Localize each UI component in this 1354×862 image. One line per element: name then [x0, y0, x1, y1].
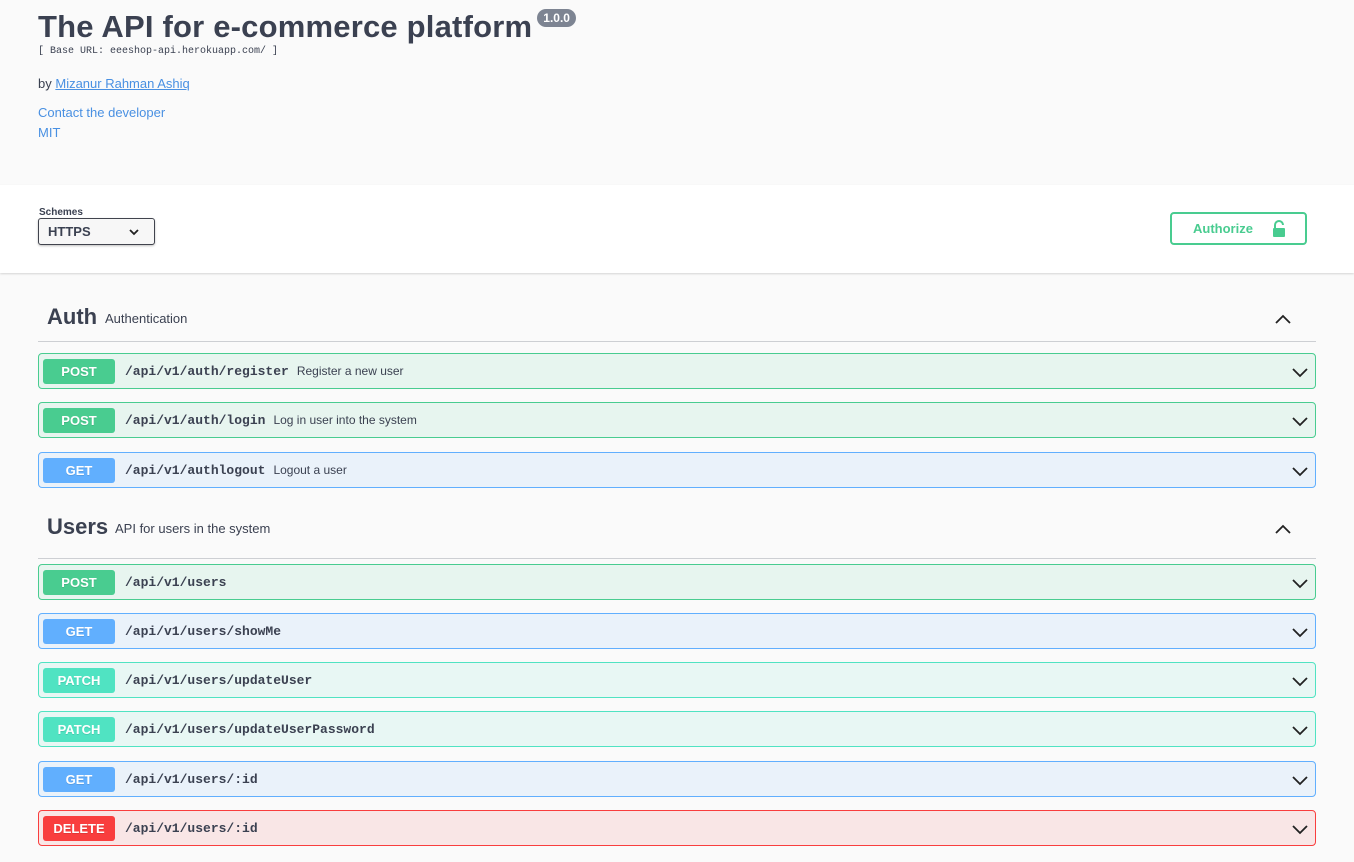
operation-path: /api/v1/users/updateUserPassword [125, 722, 375, 737]
method-badge: PATCH [43, 717, 115, 742]
tag-section-users: Users API for users in the system POST /… [38, 506, 1316, 846]
operation-summary: Register a new user [296, 364, 404, 378]
schemes-selected-value: HTTPS [48, 224, 91, 239]
base-url: [ Base URL: eeeshop-api.herokuapp.com/ ] [38, 46, 279, 57]
operation-path: /api/v1/users/:id [125, 772, 258, 787]
tag-header[interactable]: Auth Authentication [38, 296, 1316, 342]
operation-path: /api/v1/auth/login Log in user into the s… [125, 413, 417, 428]
operation-path: /api/v1/users [125, 575, 227, 590]
chevron-down-icon[interactable] [1291, 462, 1309, 480]
operation-row[interactable]: GET /api/v1/authlogout Logout a user [38, 452, 1316, 488]
method-badge: GET [43, 767, 115, 792]
tag-section-auth: Auth Authentication POST /api/v1/auth/re… [38, 296, 1316, 488]
operation-row[interactable]: POST /api/v1/auth/register Register a new… [38, 353, 1316, 389]
authorize-label: Authorize [1193, 221, 1253, 236]
operation-row[interactable]: PATCH /api/v1/users/updateUser [38, 662, 1316, 698]
chevron-down-icon [129, 229, 139, 236]
operation-row[interactable]: POST /api/v1/auth/login Log in user into … [38, 402, 1316, 438]
chevron-down-icon[interactable] [1291, 771, 1309, 789]
unlock-icon [1273, 220, 1285, 237]
operation-path: /api/v1/users/:id [125, 821, 258, 836]
chevron-down-icon[interactable] [1291, 721, 1309, 739]
operation-path: /api/v1/authlogout Logout a user [125, 463, 347, 478]
chevron-down-icon[interactable] [1291, 574, 1309, 592]
authorize-button[interactable]: Authorize [1170, 212, 1307, 245]
method-badge: GET [43, 458, 115, 483]
operation-row[interactable]: PATCH /api/v1/users/updateUserPassword [38, 711, 1316, 747]
chevron-down-icon[interactable] [1291, 672, 1309, 690]
version-badge: 1.0.0 [537, 9, 576, 27]
scheme-container: Schemes HTTPS Authorize [0, 185, 1354, 273]
tag-name: Auth [47, 304, 98, 329]
method-badge: PATCH [43, 668, 115, 693]
author-line: by Mizanur Rahman Ashiq [38, 76, 190, 91]
operation-path: /api/v1/users/updateUser [125, 673, 313, 688]
operation-summary: Logout a user [273, 463, 347, 477]
schemes-label: Schemes [39, 207, 83, 218]
contact-link[interactable]: Contact the developer [38, 105, 165, 120]
chevron-down-icon[interactable] [1291, 820, 1309, 838]
tag-name: Users [47, 514, 109, 539]
chevron-down-icon[interactable] [1291, 363, 1309, 381]
operation-row[interactable]: GET /api/v1/users/:id [38, 761, 1316, 797]
chevron-up-icon[interactable] [1272, 518, 1294, 540]
operation-path: /api/v1/auth/register Register a new user [125, 364, 404, 379]
method-badge: POST [43, 408, 115, 433]
tag-header[interactable]: Users API for users in the system [38, 506, 1316, 559]
author-prefix: by [38, 76, 52, 91]
license-link[interactable]: MIT [38, 125, 60, 140]
api-title: The API for e-commerce platform [38, 9, 533, 44]
method-badge: POST [43, 570, 115, 595]
tag-description: API for users in the system [115, 521, 271, 536]
operation-summary: Log in user into the system [273, 413, 417, 427]
title-row: The API for e-commerce platform 1.0.0 [38, 8, 576, 46]
chevron-down-icon[interactable] [1291, 412, 1309, 430]
operation-row[interactable]: GET /api/v1/users/showMe [38, 613, 1316, 649]
schemes-select[interactable]: HTTPS [38, 218, 155, 245]
method-badge: POST [43, 359, 115, 384]
operation-path: /api/v1/users/showMe [125, 624, 282, 639]
method-badge: DELETE [43, 816, 115, 841]
author-link[interactable]: Mizanur Rahman Ashiq [55, 76, 189, 91]
operation-row[interactable]: DELETE /api/v1/users/:id [38, 810, 1316, 846]
tag-description: Authentication [105, 311, 188, 326]
operation-row[interactable]: POST /api/v1/users [38, 564, 1316, 600]
chevron-down-icon[interactable] [1291, 623, 1309, 641]
method-badge: GET [43, 619, 115, 644]
chevron-up-icon[interactable] [1272, 308, 1294, 330]
